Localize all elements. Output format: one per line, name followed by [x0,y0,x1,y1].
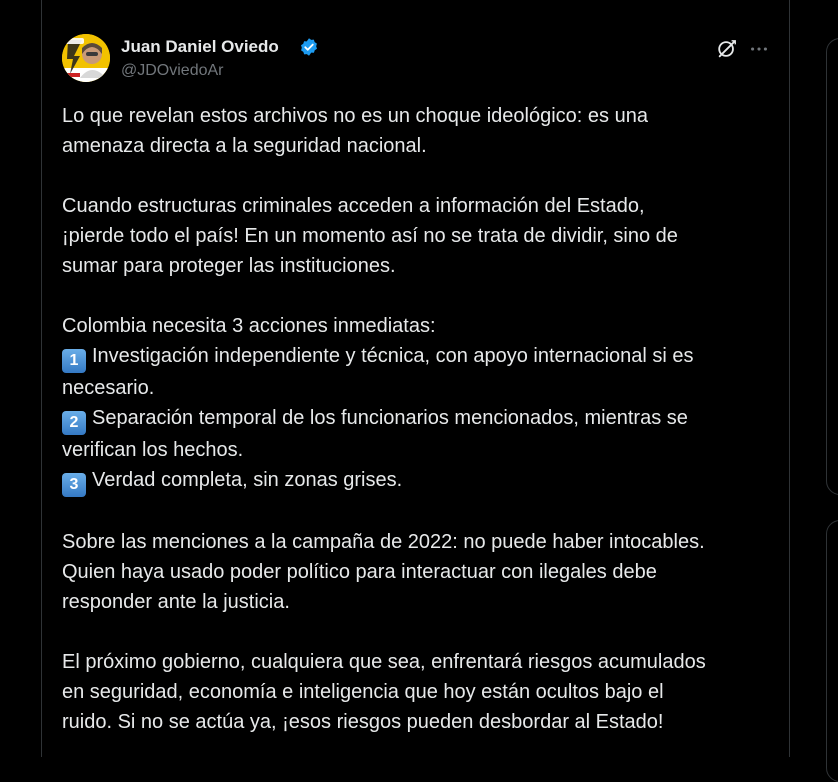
tweet-paragraph: Cuando estructuras criminales acceden a … [62,191,782,281]
tweet-header: Juan Daniel Oviedo @JDOviedoAr [62,34,774,86]
tweet-line: Colombia necesita 3 acciones inmediatas: [62,315,436,337]
tweet-paragraph: Lo que revelan estos archivos no es un c… [62,101,782,161]
action-item: 2 Separación temporal de los funcionarios… [62,403,782,435]
tweet-line: en seguridad, economía e inteligencia qu… [62,681,664,703]
tweet-line: Cuando estructuras criminales acceden a … [62,195,645,217]
sidebar-panel-edge [826,520,838,782]
tweet-line: amenaza directa a la seguridad nacional. [62,135,427,157]
sidebar-panel-edge [826,38,838,495]
verified-badge-icon[interactable] [299,37,319,57]
tweet-paragraph: Sobre las menciones a la campaña de 2022… [62,527,782,617]
action-text: Verdad completa, sin zonas grises. [92,469,403,491]
tweet-line: necesario. [62,377,155,399]
author-handle[interactable]: @JDOviedoAr [121,62,224,80]
grok-icon[interactable] [716,38,738,60]
tweet-line: ¡pierde todo el país! En un momento así … [62,225,678,247]
tweet-line: Lo que revelan estos archivos no es un c… [62,105,648,127]
action-text: Investigación independiente y técnica, c… [92,345,694,367]
tweet-line: ruido. Si no se actúa ya, ¡esos riesgos … [62,711,664,733]
action-item: 3 Verdad completa, sin zonas grises. [62,465,782,497]
tweet-paragraph: Colombia necesita 3 acciones inmediatas:… [62,311,782,497]
tweet-text: Lo que revelan estos archivos no es un c… [62,101,782,767]
keycap-digit-three-icon: 3 [62,473,86,497]
action-text: Separación temporal de los funcionarios … [92,407,688,429]
tweet-paragraph: El próximo gobierno, cualquiera que sea,… [62,647,782,737]
tweet-line: Sobre las menciones a la campaña de 2022… [62,531,705,553]
more-options-icon[interactable] [748,38,770,60]
action-item: 1 Investigación independiente y técnica, … [62,341,782,373]
tweet-line: Quien haya usado poder político para int… [62,561,657,583]
keycap-digit-two-icon: 2 [62,411,86,435]
author-name[interactable]: Juan Daniel Oviedo [121,37,279,57]
keycap-digit-one-icon: 1 [62,349,86,373]
tweet-line: responder ante la justicia. [62,591,290,613]
avatar[interactable] [62,34,110,82]
tweet-line: El próximo gobierno, cualquiera que sea,… [62,651,706,673]
tweet-line: verifican los hechos. [62,439,244,461]
tweet-line: sumar para proteger las instituciones. [62,255,396,277]
